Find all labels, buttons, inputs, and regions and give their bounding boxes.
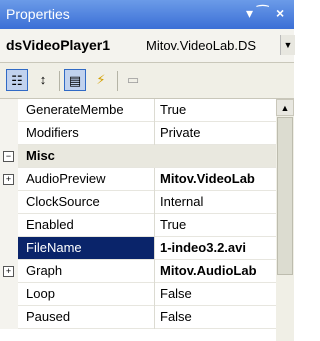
property-value[interactable]: Mitov.VideoLab: [160, 171, 276, 186]
property-value[interactable]: Private: [160, 125, 276, 140]
property-name: Modifiers: [26, 125, 79, 140]
close-button[interactable]: ×: [276, 5, 284, 21]
property-name: GenerateMembe: [26, 102, 124, 117]
pin-button[interactable]: ▾ ⁀: [246, 5, 269, 21]
property-value[interactable]: 1-indeo3.2.avi: [160, 240, 276, 255]
row-margin: [0, 122, 18, 145]
property-row[interactable]: Enabled True: [0, 214, 276, 237]
column-divider[interactable]: [154, 306, 155, 329]
row-margin: [0, 214, 18, 237]
row-margin: [0, 283, 18, 306]
row-margin: [0, 191, 18, 214]
chevron-down-icon[interactable]: ▼: [280, 35, 295, 55]
row-margin: [0, 306, 18, 329]
column-divider[interactable]: [154, 191, 155, 214]
toolbar-separator: [117, 71, 118, 91]
property-value[interactable]: True: [160, 102, 276, 117]
row-margin: [0, 99, 18, 122]
property-name: Graph: [26, 263, 63, 278]
object-type: Mitov.VideoLab.DS: [146, 38, 257, 53]
category-row[interactable]: − Misc: [0, 145, 276, 168]
categorized-button[interactable]: ☷: [6, 69, 28, 91]
property-row[interactable]: Paused False: [0, 306, 276, 329]
column-divider[interactable]: [154, 260, 155, 283]
property-grid: GenerateMembe True Modifiers Private − Misc + A…: [0, 99, 276, 341]
row-margin: [0, 237, 18, 260]
property-value[interactable]: Internal: [160, 194, 276, 209]
column-divider[interactable]: [154, 283, 155, 306]
property-row[interactable]: FileName 1-indeo3.2.avi: [0, 237, 276, 260]
property-value[interactable]: True: [160, 217, 276, 232]
panel-title: Properties: [6, 6, 70, 22]
plus-icon[interactable]: +: [3, 266, 14, 277]
property-pages-button[interactable]: ▭: [122, 69, 144, 91]
property-name: Loop: [26, 286, 55, 301]
object-selector[interactable]: dsVideoPlayer1 Mitov.VideoLab.DS ▼: [0, 29, 295, 63]
toolbar-separator: [59, 71, 60, 91]
scrollbar-thumb[interactable]: [277, 117, 293, 275]
panel-titlebar: Properties ▾ ⁀ ×: [0, 0, 294, 29]
property-name: FileName: [18, 237, 154, 259]
property-row[interactable]: ClockSource Internal: [0, 191, 276, 214]
column-divider[interactable]: [154, 99, 155, 122]
property-value[interactable]: False: [160, 309, 276, 324]
property-name: Paused: [26, 309, 71, 324]
property-name: Misc: [26, 148, 55, 163]
events-button[interactable]: ⚡: [90, 69, 112, 91]
vertical-scrollbar[interactable]: ▲: [276, 99, 294, 341]
properties-button[interactable]: ▤: [64, 69, 86, 91]
column-divider[interactable]: [154, 122, 155, 145]
minus-icon[interactable]: −: [3, 151, 14, 162]
property-name: ClockSource: [26, 194, 100, 209]
alphabetical-button[interactable]: ↕: [32, 69, 54, 91]
column-divider[interactable]: [154, 168, 155, 191]
property-value[interactable]: Mitov.AudioLab: [160, 263, 276, 278]
up-arrow-icon[interactable]: ▲: [276, 99, 294, 116]
property-row[interactable]: GenerateMembe True: [0, 99, 276, 122]
property-row[interactable]: + Graph Mitov.AudioLab: [0, 260, 276, 283]
column-divider[interactable]: [154, 214, 155, 237]
object-name: dsVideoPlayer1: [6, 37, 111, 53]
properties-toolbar: ☷ ↕ ▤ ⚡ ▭: [0, 63, 294, 99]
property-name: AudioPreview: [26, 171, 106, 186]
column-divider[interactable]: [154, 237, 155, 260]
property-row[interactable]: Loop False: [0, 283, 276, 306]
plus-icon[interactable]: +: [3, 174, 14, 185]
property-row[interactable]: + AudioPreview Mitov.VideoLab: [0, 168, 276, 191]
property-value[interactable]: False: [160, 286, 276, 301]
properties-window: Properties ▾ ⁀ × dsVideoPlayer1 Mitov.Vi…: [0, 0, 295, 341]
property-row[interactable]: Modifiers Private: [0, 122, 276, 145]
property-name: Enabled: [26, 217, 74, 232]
